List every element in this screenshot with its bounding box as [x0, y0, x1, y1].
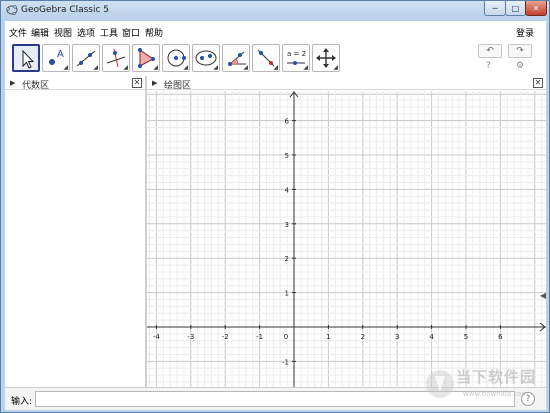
menu-bar: 文件 编辑 视图 选项 工具 窗口 帮助 登录 — [5, 21, 546, 41]
y-tick-label: 3 — [285, 221, 289, 229]
x-tick-label: 3 — [395, 333, 399, 341]
tool-menu-arrow: ◢ — [273, 64, 278, 71]
point-label: A — [57, 49, 64, 60]
graphics-view[interactable]: -4-3-2-10123456654321-1-2 ◀ — [147, 91, 546, 387]
circle-tool[interactable]: ◢ — [162, 44, 190, 72]
panel-collapse-icon[interactable]: ▶ — [10, 79, 15, 87]
input-label: 输入: — [11, 397, 33, 407]
menu-window[interactable]: 窗口 — [122, 26, 140, 39]
y-tick-label: 1 — [285, 290, 289, 298]
tool-menu-arrow: ◢ — [213, 64, 218, 71]
x-tick-label: -2 — [222, 333, 229, 341]
panel-collapse-icon[interactable]: ▶ — [152, 79, 157, 87]
x-tick-label: -1 — [256, 333, 263, 341]
x-tick-label: 6 — [498, 333, 503, 341]
x-tick-label: 2 — [361, 333, 365, 341]
algebra-view-close-button[interactable]: ✕ — [132, 78, 142, 88]
menu-options[interactable]: 选项 — [77, 26, 95, 39]
move-tool[interactable] — [12, 44, 40, 72]
geogebra-logo-icon — [6, 5, 18, 16]
tool-menu-arrow: ◢ — [333, 64, 338, 71]
tool-menu-arrow: ◢ — [303, 64, 308, 71]
side-panel-toggle-icon[interactable]: ◀ — [540, 291, 546, 300]
reflect-tool[interactable]: ◢ — [252, 44, 280, 72]
gear-icon[interactable]: ⚙ — [516, 61, 524, 71]
tool-menu-arrow: ◢ — [243, 64, 248, 71]
menu-view[interactable]: 视图 — [54, 26, 72, 39]
watermark-url: www.downxia.com — [463, 390, 529, 398]
algebra-view-header: ▶ 代数区 ✕ — [5, 76, 145, 91]
redo-button[interactable]: ↷ — [508, 44, 532, 58]
application-window: GeoGebra Classic 5 ─ □ ✕ 文件 编辑 视图 选项 工具 … — [0, 0, 550, 413]
angle-tool[interactable]: ◢ — [222, 44, 250, 72]
coordinate-grid: -4-3-2-10123456654321-1-2 — [147, 91, 546, 387]
x-tick-label: 0 — [284, 333, 288, 341]
x-tick-label: -4 — [153, 333, 161, 341]
menu-tools[interactable]: 工具 — [100, 26, 118, 39]
login-link[interactable]: 登录 — [516, 26, 534, 39]
maximize-button[interactable]: □ — [505, 1, 526, 16]
algebra-view[interactable] — [5, 91, 145, 387]
tool-menu-arrow: ◢ — [183, 64, 188, 71]
graphics-view-header: ▶ 绘图区 ✕ — [147, 76, 546, 91]
tool-menu-arrow: ◢ — [93, 64, 98, 71]
title-bar[interactable]: GeoGebra Classic 5 ─ □ ✕ — [1, 1, 549, 21]
help-icon[interactable]: ? — [486, 61, 491, 71]
perpendicular-tool[interactable]: ◢ — [102, 44, 130, 72]
menu-help[interactable]: 帮助 — [145, 26, 163, 39]
y-tick-label: 6 — [285, 118, 290, 126]
graphics-view-title: 绘图区 — [164, 81, 192, 91]
x-tick-label: -3 — [187, 333, 194, 341]
slider-tool[interactable]: a = 2 ◢ — [282, 44, 310, 72]
y-tick-label: 2 — [285, 255, 289, 263]
x-tick-label: 5 — [464, 333, 468, 341]
undo-button[interactable]: ↶ — [478, 44, 502, 58]
close-button[interactable]: ✕ — [525, 1, 547, 16]
y-tick-label: 4 — [285, 186, 290, 194]
algebra-view-title: 代数区 — [22, 81, 50, 91]
x-tick-label: 1 — [326, 333, 330, 341]
x-tick-label: 4 — [429, 333, 434, 341]
slider-label: a = 2 — [287, 50, 306, 58]
input-field[interactable] — [35, 391, 515, 407]
client-area: 文件 编辑 视图 选项 工具 窗口 帮助 登录 A ◢ ◢ ◢ ◢ ◢ ◢ ◢ … — [5, 21, 546, 410]
tool-menu-arrow: ◢ — [63, 64, 68, 71]
move-view-tool[interactable]: ◢ — [312, 44, 340, 72]
menu-edit[interactable]: 编辑 — [31, 26, 49, 39]
arrow-cursor-icon — [22, 49, 35, 69]
menu-file[interactable]: 文件 — [9, 26, 27, 39]
y-tick-label: 5 — [285, 152, 289, 160]
graphics-view-close-button[interactable]: ✕ — [533, 78, 543, 88]
tool-menu-arrow: ◢ — [153, 64, 158, 71]
ellipse-tool[interactable]: ◢ — [192, 44, 220, 72]
tool-menu-arrow: ◢ — [123, 64, 128, 71]
window-title: GeoGebra Classic 5 — [21, 5, 110, 15]
minimize-button[interactable]: ─ — [484, 1, 506, 16]
y-tick-label: -1 — [282, 358, 289, 366]
watermark-text: 当下软件园 — [456, 368, 537, 386]
point-tool[interactable]: A ◢ — [42, 44, 70, 72]
polygon-tool[interactable]: ◢ — [132, 44, 160, 72]
line-tool[interactable]: ◢ — [72, 44, 100, 72]
